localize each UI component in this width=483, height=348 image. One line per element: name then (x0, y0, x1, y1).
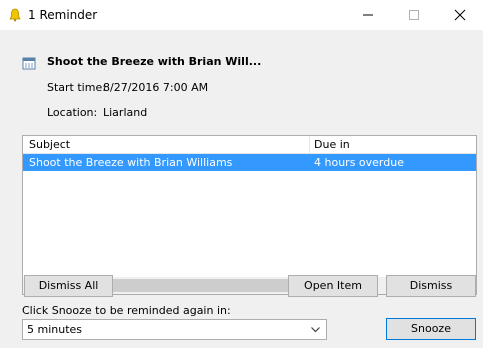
snooze-duration-select[interactable]: 5 minutes (22, 319, 327, 340)
dismiss-button[interactable]: Dismiss (386, 275, 476, 297)
calendar-icon (22, 56, 36, 70)
snooze-duration-value: 5 minutes (27, 323, 83, 336)
maximize-button[interactable] (391, 0, 437, 30)
snooze-button[interactable]: Snooze (386, 318, 476, 340)
minimize-button[interactable] (345, 0, 391, 30)
reminder-window: 1 Reminder Shoot the Breeze with Brian W… (0, 0, 483, 348)
location-value: Liarland (103, 106, 148, 119)
list-item-due: 4 hours overdue (314, 156, 404, 169)
list-item-subject: Shoot the Breeze with Brian Williams (29, 156, 233, 169)
list-header: Subject Due in (23, 136, 476, 154)
open-item-button[interactable]: Open Item (288, 275, 378, 297)
list-item[interactable]: Shoot the Breeze with Brian Williams 4 h… (23, 154, 476, 171)
location-label: Location: (47, 106, 98, 119)
maximize-icon (409, 10, 419, 20)
close-icon (454, 9, 466, 21)
title-bar[interactable]: 1 Reminder (0, 0, 483, 30)
close-button[interactable] (437, 0, 483, 30)
reminder-list[interactable]: Subject Due in Shoot the Breeze with Bri… (22, 135, 477, 295)
reminder-content: Shoot the Breeze with Brian Will... Star… (0, 30, 483, 348)
start-time-label: Start time: (47, 81, 106, 94)
column-divider[interactable] (309, 136, 310, 153)
minimize-icon (363, 14, 373, 16)
snooze-label: Click Snooze to be reminded again in: (22, 304, 231, 317)
column-header-subject[interactable]: Subject (29, 138, 70, 151)
reminder-subject-title: Shoot the Breeze with Brian Will... (47, 55, 262, 68)
dismiss-all-button[interactable]: Dismiss All (24, 275, 113, 297)
start-time-value: 8/27/2016 7:00 AM (103, 81, 209, 94)
window-title: 1 Reminder (28, 8, 98, 22)
column-header-due-in[interactable]: Due in (314, 138, 350, 151)
bell-icon (8, 8, 22, 22)
chevron-down-icon (311, 327, 320, 333)
